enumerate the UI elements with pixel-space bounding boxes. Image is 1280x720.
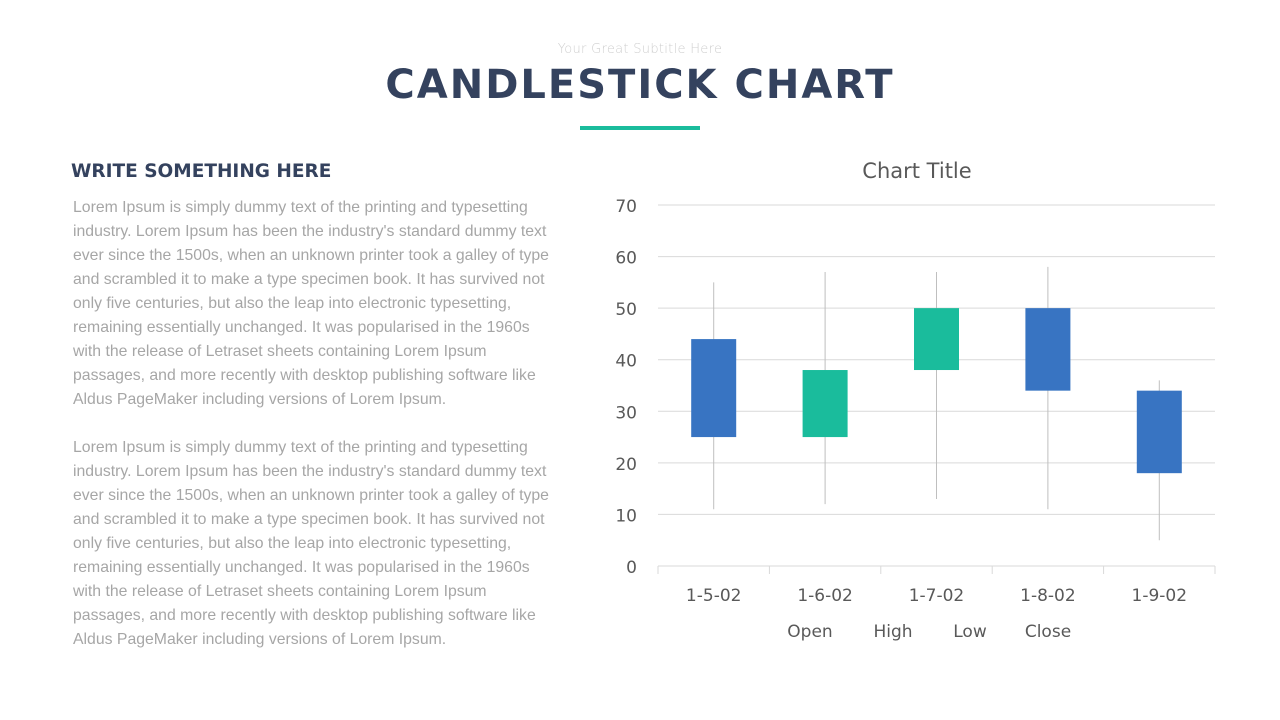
y-tick-label: 60 <box>615 249 637 269</box>
candle <box>914 272 959 499</box>
x-tick-label: 1-8-02 <box>1020 586 1076 606</box>
candle <box>1025 266 1071 510</box>
candle <box>1136 380 1182 541</box>
legend-entry: High <box>873 622 912 642</box>
candle <box>802 272 848 505</box>
candle <box>691 282 737 510</box>
y-tick-label: 50 <box>615 300 637 320</box>
x-tick-label: 1-9-02 <box>1132 586 1188 606</box>
chart-title: Chart Title <box>862 159 971 183</box>
legend-entry: Open <box>787 622 832 642</box>
x-tick-label: 1-5-02 <box>686 586 742 606</box>
candle-body-down <box>1025 308 1071 391</box>
y-tick-label: 30 <box>615 403 637 423</box>
y-tick-label: 10 <box>615 506 637 526</box>
candle-body-down <box>1136 390 1182 474</box>
x-tick-label: 1-6-02 <box>797 586 853 606</box>
candle-body-up <box>802 370 848 438</box>
candle-body-up <box>914 308 959 371</box>
x-axis <box>657 565 1216 574</box>
legend-entry: Close <box>1025 622 1071 642</box>
y-tick-label: 0 <box>626 558 637 578</box>
y-tick-label: 70 <box>615 197 637 217</box>
legend: Open High Low Close <box>787 622 1071 642</box>
y-tick-label: 40 <box>615 352 637 372</box>
y-axis-ticks: 0 10 20 30 40 50 60 70 <box>615 197 637 578</box>
candlestick-chart: Chart Title 0 10 20 30 40 50 60 70 1-5-02 1-6-02… <box>615 159 1216 642</box>
legend-entry: Low <box>953 622 987 642</box>
x-tick-label: 1-7-02 <box>909 586 965 606</box>
candle-body-down <box>691 339 737 438</box>
x-axis-labels: 1-5-02 1-6-02 1-7-02 1-8-02 1-9-02 <box>686 586 1187 606</box>
y-tick-label: 20 <box>615 455 637 475</box>
